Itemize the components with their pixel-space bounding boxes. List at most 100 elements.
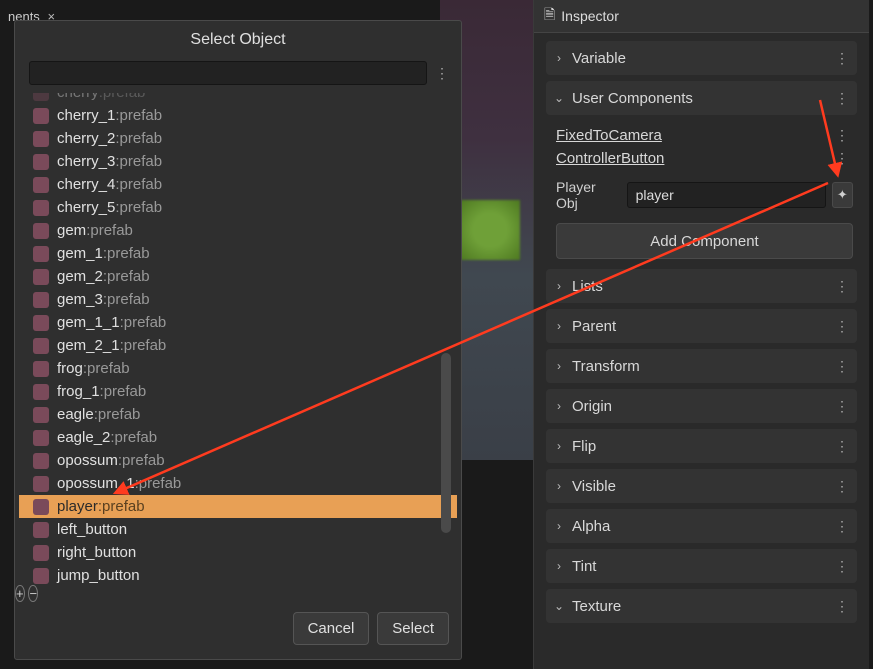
list-item[interactable]: eagle_2:prefab	[19, 426, 457, 449]
section-label: Origin	[572, 398, 827, 415]
list-item[interactable]: cherry:prefab	[19, 93, 457, 104]
select-button[interactable]: Select	[377, 612, 449, 645]
prefab-icon	[33, 177, 49, 193]
more-options-icon[interactable]: ⋮	[433, 61, 451, 85]
list-item[interactable]: cherry_1:prefab	[19, 104, 457, 127]
more-options-icon[interactable]: ⋮	[831, 127, 853, 144]
list-item[interactable]: opossum_1:prefab	[19, 472, 457, 495]
item-label: cherry	[57, 93, 99, 101]
section-flip[interactable]: › Flip ⋮	[546, 429, 857, 463]
more-options-icon[interactable]: ⋮	[835, 478, 849, 495]
add-remove-controls: + −	[15, 585, 461, 602]
component-link[interactable]: FixedToCamera	[556, 127, 831, 144]
item-suffix: :prefab	[86, 222, 133, 239]
item-suffix: :prefab	[83, 360, 130, 377]
inspector-title: Inspector	[561, 8, 619, 24]
select-object-dialog: Select Object ⋮ cherry:prefabcherry_1:pr…	[14, 20, 462, 660]
section-label: Transform	[572, 358, 827, 375]
chevron-down-icon: ⌄	[554, 599, 564, 613]
item-label: gem_1_1	[57, 314, 120, 331]
scrollbar-thumb[interactable]	[441, 353, 451, 533]
section-tint[interactable]: › Tint ⋮	[546, 549, 857, 583]
list-item[interactable]: gem:prefab	[19, 219, 457, 242]
section-label: Texture	[572, 598, 827, 615]
item-suffix: :prefab	[99, 93, 146, 101]
section-label: Tint	[572, 558, 827, 575]
list-item[interactable]: frog_1:prefab	[19, 380, 457, 403]
item-suffix: :prefab	[120, 337, 167, 354]
item-suffix: :prefab	[115, 176, 162, 193]
item-label: eagle	[57, 406, 94, 423]
item-suffix: :prefab	[115, 107, 162, 124]
more-options-icon[interactable]: ⋮	[835, 518, 849, 535]
more-options-icon[interactable]: ⋮	[835, 438, 849, 455]
section-label: Parent	[572, 318, 827, 335]
prefab-icon	[33, 361, 49, 377]
more-options-icon[interactable]: ⋮	[835, 358, 849, 375]
list-item[interactable]: opossum:prefab	[19, 449, 457, 472]
section-texture[interactable]: ⌄ Texture ⋮	[546, 589, 857, 623]
section-variable[interactable]: › Variable ⋮	[546, 41, 857, 75]
remove-icon[interactable]: −	[28, 585, 38, 602]
add-component-button[interactable]: Add Component	[556, 223, 853, 259]
item-label: eagle_2	[57, 429, 110, 446]
section-label: Variable	[572, 50, 827, 67]
object-picker-button[interactable]: ✦	[832, 182, 853, 208]
section-origin[interactable]: › Origin ⋮	[546, 389, 857, 423]
list-item[interactable]: player:prefab	[19, 495, 457, 518]
list-item[interactable]: frog:prefab	[19, 357, 457, 380]
item-suffix: :prefab	[100, 383, 147, 400]
list-item[interactable]: cherry_3:prefab	[19, 150, 457, 173]
chevron-right-icon: ›	[554, 359, 564, 373]
list-item[interactable]: jump_button	[19, 564, 457, 585]
add-icon[interactable]: +	[15, 585, 25, 602]
item-label: frog_1	[57, 383, 100, 400]
item-label: cherry_5	[57, 199, 115, 216]
list-item[interactable]: cherry_4:prefab	[19, 173, 457, 196]
prefab-icon	[33, 453, 49, 469]
list-item[interactable]: gem_1:prefab	[19, 242, 457, 265]
item-suffix: :prefab	[115, 199, 162, 216]
chevron-right-icon: ›	[554, 279, 564, 293]
list-item[interactable]: gem_2:prefab	[19, 265, 457, 288]
chevron-right-icon: ›	[554, 319, 564, 333]
more-options-icon[interactable]: ⋮	[835, 90, 849, 107]
search-input[interactable]	[29, 61, 427, 85]
cancel-button[interactable]: Cancel	[293, 612, 370, 645]
user-components-body: FixedToCamera ⋮ ControllerButton ⋮ Playe…	[546, 121, 857, 263]
section-lists[interactable]: › Lists ⋮	[546, 269, 857, 303]
component-link[interactable]: ControllerButton	[556, 150, 831, 167]
more-options-icon[interactable]: ⋮	[831, 150, 853, 167]
list-item[interactable]: gem_2_1:prefab	[19, 334, 457, 357]
item-suffix: :prefab	[98, 498, 145, 515]
more-options-icon[interactable]: ⋮	[835, 598, 849, 615]
section-visible[interactable]: › Visible ⋮	[546, 469, 857, 503]
list-item[interactable]: cherry_2:prefab	[19, 127, 457, 150]
section-transform[interactable]: › Transform ⋮	[546, 349, 857, 383]
list-item[interactable]: gem_1_1:prefab	[19, 311, 457, 334]
prefab-icon	[33, 568, 49, 584]
player-obj-input[interactable]	[627, 182, 826, 208]
more-options-icon[interactable]: ⋮	[835, 50, 849, 67]
more-options-icon[interactable]: ⋮	[835, 278, 849, 295]
prefab-icon	[33, 108, 49, 124]
list-item[interactable]: cherry_5:prefab	[19, 196, 457, 219]
more-options-icon[interactable]: ⋮	[835, 558, 849, 575]
prefab-icon	[33, 522, 49, 538]
list-item[interactable]: left_button	[19, 518, 457, 541]
list-item[interactable]: gem_3:prefab	[19, 288, 457, 311]
section-alpha[interactable]: › Alpha ⋮	[546, 509, 857, 543]
list-item[interactable]: right_button	[19, 541, 457, 564]
item-label: frog	[57, 360, 83, 377]
section-user-components[interactable]: ⌄ User Components ⋮	[546, 81, 857, 115]
item-label: right_button	[57, 544, 136, 561]
section-label: Visible	[572, 478, 827, 495]
list-item[interactable]: eagle:prefab	[19, 403, 457, 426]
object-list[interactable]: cherry:prefabcherry_1:prefabcherry_2:pre…	[15, 93, 461, 585]
item-label: gem	[57, 222, 86, 239]
more-options-icon[interactable]: ⋮	[835, 318, 849, 335]
prefab-icon	[33, 338, 49, 354]
more-options-icon[interactable]: ⋮	[835, 398, 849, 415]
section-parent[interactable]: › Parent ⋮	[546, 309, 857, 343]
item-label: gem_2	[57, 268, 103, 285]
